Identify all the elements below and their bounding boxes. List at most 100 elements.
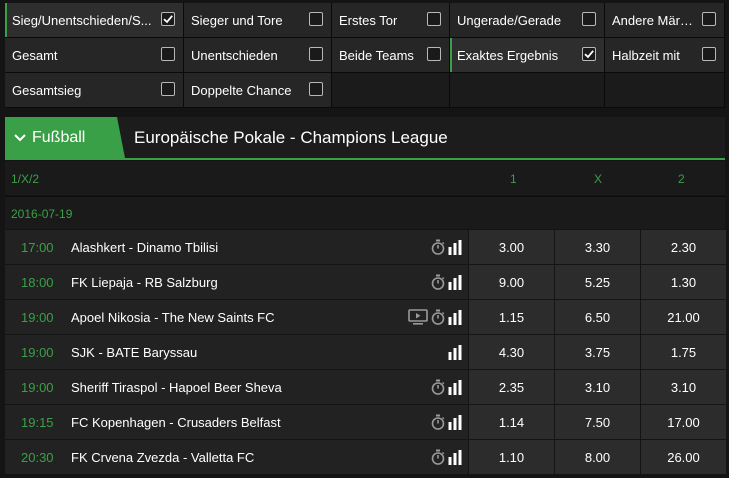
odd-away-button[interactable]: 1.30 (640, 265, 726, 299)
column-away: 2 (678, 172, 685, 186)
odd-home-button[interactable]: 1.14 (468, 405, 554, 439)
market-filter-label: Doppelte Chance (191, 82, 292, 98)
match-date: 2016-07-19 (11, 207, 73, 221)
market-filter-label: Halbzeit mit (612, 47, 680, 63)
market-filter-5[interactable]: Gesamt (5, 38, 184, 73)
market-filter-checkbox[interactable] (582, 12, 596, 26)
market-filter-label: Gesamt (12, 47, 58, 63)
sport-tab[interactable]: Fußball (5, 117, 125, 158)
market-filter-1[interactable]: Sieger und Tore (184, 3, 332, 38)
sport-name: Fußball (32, 128, 86, 146)
stopwatch-icon (431, 379, 445, 395)
date-row: 2016-07-19 (5, 196, 725, 229)
sport-header: Fußball Europäische Pokale - Champions L… (5, 117, 725, 160)
market-filter-checkbox[interactable] (702, 47, 716, 61)
odd-home-button[interactable]: 1.15 (468, 300, 554, 334)
match-name[interactable]: FC Kopenhagen - Crusaders Belfast (71, 415, 281, 430)
market-filter-9[interactable]: Halbzeit mit (605, 38, 725, 73)
column-draw: X (594, 172, 603, 186)
market-filter-checkbox[interactable] (702, 12, 716, 26)
match-list: 17:00 Alashkert - Dinamo Tbilisi 3.00 3.30 2… (5, 230, 726, 475)
odd-home-button[interactable]: 2.35 (468, 370, 554, 404)
bar-chart-icon[interactable] (448, 274, 462, 290)
odd-home-button[interactable]: 4.30 (468, 335, 554, 369)
market-filter-label: Sieg/Unentschieden/S... (12, 12, 152, 28)
market-filter-label: Beide Teams (339, 47, 414, 63)
market-filter-3[interactable]: Ungerade/Gerade (450, 3, 605, 38)
bar-chart-icon[interactable] (448, 309, 462, 325)
match-name[interactable]: Apoel Nikosia - The New Saints FC (71, 310, 275, 325)
check-icon (162, 13, 174, 25)
match-row[interactable]: 20:30 FK Crvena Zvezda - Valletta FC 1.10 8… (5, 440, 726, 474)
match-name[interactable]: Sheriff Tiraspol - Hapoel Beer Sheva (71, 380, 282, 395)
match-name[interactable]: FK Crvena Zvezda - Valletta FC (71, 450, 254, 465)
match-time: 19:00 (21, 310, 54, 325)
match-icons (431, 448, 462, 466)
market-filter-grid: Sieg/Unentschieden/S... Sieger und Tore Er… (5, 3, 725, 108)
market-filter-11[interactable]: Doppelte Chance (184, 73, 332, 108)
bar-chart-icon[interactable] (448, 414, 462, 430)
bar-chart-icon[interactable] (448, 449, 462, 465)
odd-away-button[interactable]: 26.00 (640, 440, 726, 474)
market-filter-checkbox[interactable] (309, 47, 323, 61)
match-row[interactable]: 19:00 Apoel Nikosia - The New Saints FC 1.… (5, 300, 726, 334)
stopwatch-icon (431, 239, 445, 255)
odd-draw-button[interactable]: 5.25 (554, 265, 640, 299)
market-filter-checkbox[interactable] (161, 82, 175, 96)
odd-home-button[interactable]: 1.10 (468, 440, 554, 474)
market-filter-checkbox[interactable] (161, 12, 175, 26)
match-name[interactable]: FK Liepaja - RB Salzburg (71, 275, 218, 290)
market-filter-label: Andere Märkte (612, 12, 696, 28)
market-filter-empty (605, 73, 725, 108)
market-filter-7[interactable]: Beide Teams (332, 38, 450, 73)
match-icons (448, 343, 462, 361)
market-filter-0[interactable]: Sieg/Unentschieden/S... (5, 3, 184, 38)
match-row[interactable]: 19:15 FC Kopenhagen - Crusaders Belfast 1.… (5, 405, 726, 439)
match-time: 20:30 (21, 450, 54, 465)
market-filter-4[interactable]: Andere Märkte (605, 3, 725, 38)
market-filter-2[interactable]: Erstes Tor (332, 3, 450, 38)
match-name[interactable]: Alashkert - Dinamo Tbilisi (71, 240, 218, 255)
match-name[interactable]: SJK - BATE Baryssau (71, 345, 197, 360)
odd-home-button[interactable]: 9.00 (468, 265, 554, 299)
market-filter-checkbox[interactable] (309, 12, 323, 26)
market-filter-label: Unentschieden (191, 47, 278, 63)
bar-chart-icon[interactable] (448, 344, 462, 360)
market-filter-checkbox[interactable] (427, 47, 441, 61)
odd-away-button[interactable]: 17.00 (640, 405, 726, 439)
match-time: 19:00 (21, 380, 54, 395)
match-icons (431, 413, 462, 431)
market-filter-checkbox[interactable] (161, 47, 175, 61)
odd-draw-button[interactable]: 3.10 (554, 370, 640, 404)
odds-column-header: 1/X/2 1 X 2 (5, 161, 725, 195)
market-filter-checkbox[interactable] (309, 82, 323, 96)
match-row[interactable]: 19:00 SJK - BATE Baryssau 4.30 3.75 1.75 (5, 335, 726, 369)
market-filter-8[interactable]: Exaktes Ergebnis (450, 38, 605, 73)
match-icons (431, 273, 462, 291)
odd-draw-button[interactable]: 7.50 (554, 405, 640, 439)
market-label: 1/X/2 (11, 172, 40, 186)
match-row[interactable]: 17:00 Alashkert - Dinamo Tbilisi 3.00 3.30 2… (5, 230, 726, 264)
odd-home-button[interactable]: 3.00 (468, 230, 554, 264)
odd-draw-button[interactable]: 3.30 (554, 230, 640, 264)
odd-away-button[interactable]: 2.30 (640, 230, 726, 264)
odd-draw-button[interactable]: 8.00 (554, 440, 640, 474)
market-filter-10[interactable]: Gesamtsieg (5, 73, 184, 108)
odd-away-button[interactable]: 21.00 (640, 300, 726, 334)
market-filter-checkbox[interactable] (427, 12, 441, 26)
odd-away-button[interactable]: 3.10 (640, 370, 726, 404)
league-title: Europäische Pokale - Champions League (134, 127, 448, 147)
chevron-down-icon (14, 133, 26, 142)
market-filter-empty (450, 73, 605, 108)
match-icons (408, 308, 462, 326)
tv-stream-icon[interactable] (408, 309, 428, 325)
bar-chart-icon[interactable] (448, 239, 462, 255)
odd-draw-button[interactable]: 3.75 (554, 335, 640, 369)
market-filter-checkbox[interactable] (582, 47, 596, 61)
bar-chart-icon[interactable] (448, 379, 462, 395)
match-row[interactable]: 19:00 Sheriff Tiraspol - Hapoel Beer Shev… (5, 370, 726, 404)
market-filter-6[interactable]: Unentschieden (184, 38, 332, 73)
odd-away-button[interactable]: 1.75 (640, 335, 726, 369)
odd-draw-button[interactable]: 6.50 (554, 300, 640, 334)
match-row[interactable]: 18:00 FK Liepaja - RB Salzburg 9.00 5.25 1.3… (5, 265, 726, 299)
